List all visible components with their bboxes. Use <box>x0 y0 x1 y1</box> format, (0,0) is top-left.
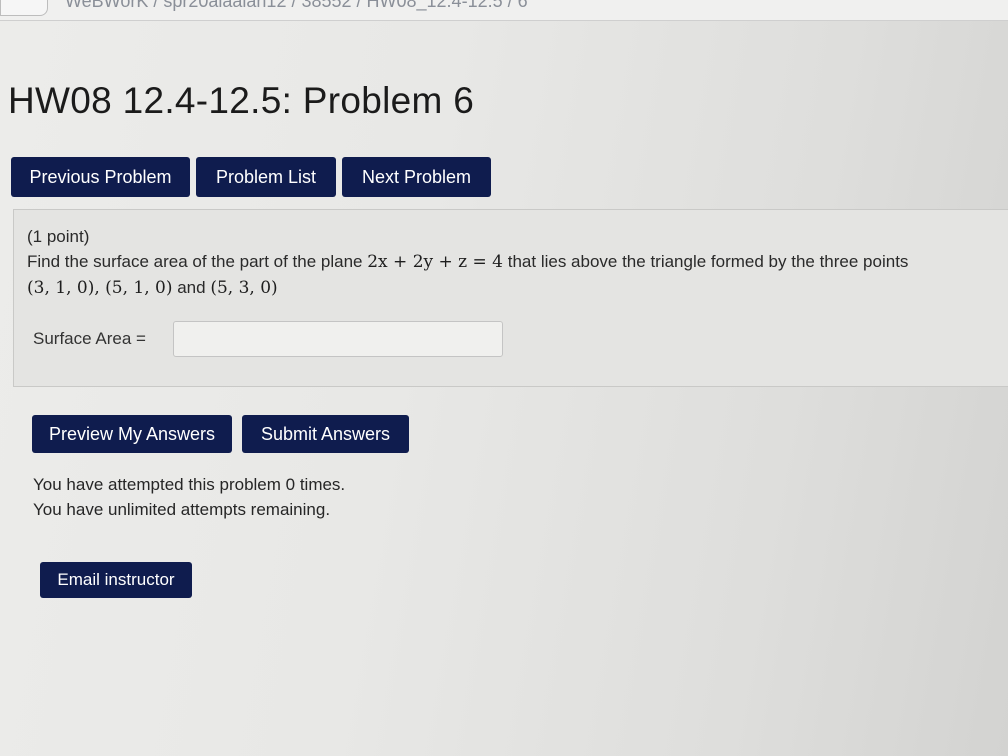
comma-separator-1: , <box>94 278 106 298</box>
page-title: HW08 12.4-12.5: Problem 6 <box>8 80 475 121</box>
conjunction-text: and <box>177 278 206 297</box>
next-problem-button[interactable]: Next Problem <box>342 157 491 197</box>
problem-list-button[interactable]: Problem List <box>196 157 336 197</box>
submit-answers-button[interactable]: Submit Answers <box>242 415 409 453</box>
breadcrumb[interactable]: WeBWorK / spr20alaalan12 / 38552 / HW08_… <box>65 0 528 12</box>
top-breadcrumb-bar: WeBWorK / spr20alaalan12 / 38552 / HW08_… <box>0 0 1008 21</box>
question-text-start: Find the surface area of the part of the… <box>27 252 363 271</box>
attempts-status: You have attempted this problem 0 times.… <box>33 472 345 522</box>
question-line-2: (3, 1, 0), (5, 1, 0) and (5, 3, 0) <box>27 275 1008 301</box>
surface-area-label: Surface Area = <box>33 329 146 348</box>
point-2: (5, 1, 0) <box>105 278 173 298</box>
remaining-attempts-text: You have unlimited attempts remaining. <box>33 500 331 519</box>
plane-equation: 2x + 2y + z = 4 <box>367 252 503 272</box>
problem-statement: (1 point) Find the surface area of the p… <box>27 225 1008 301</box>
back-tab[interactable] <box>0 0 48 16</box>
problem-points: (1 point) <box>27 227 90 246</box>
question-line-1: Find the surface area of the part of the… <box>27 249 1008 275</box>
email-instructor-button[interactable]: Email instructor <box>40 562 192 598</box>
question-text-end: that lies above the triangle formed by t… <box>507 252 909 271</box>
point-1: (3, 1, 0) <box>27 278 95 298</box>
webwork-problem-page: WeBWorK / spr20alaalan12 / 38552 / HW08_… <box>0 0 1008 756</box>
attempted-count-text: You have attempted this problem 0 times. <box>33 475 346 494</box>
answer-row: Surface Area = <box>33 321 503 357</box>
surface-area-input[interactable] <box>173 321 503 357</box>
preview-answers-button[interactable]: Preview My Answers <box>32 415 232 453</box>
point-3: (5, 3, 0) <box>210 278 278 298</box>
previous-problem-button[interactable]: Previous Problem <box>11 157 190 197</box>
